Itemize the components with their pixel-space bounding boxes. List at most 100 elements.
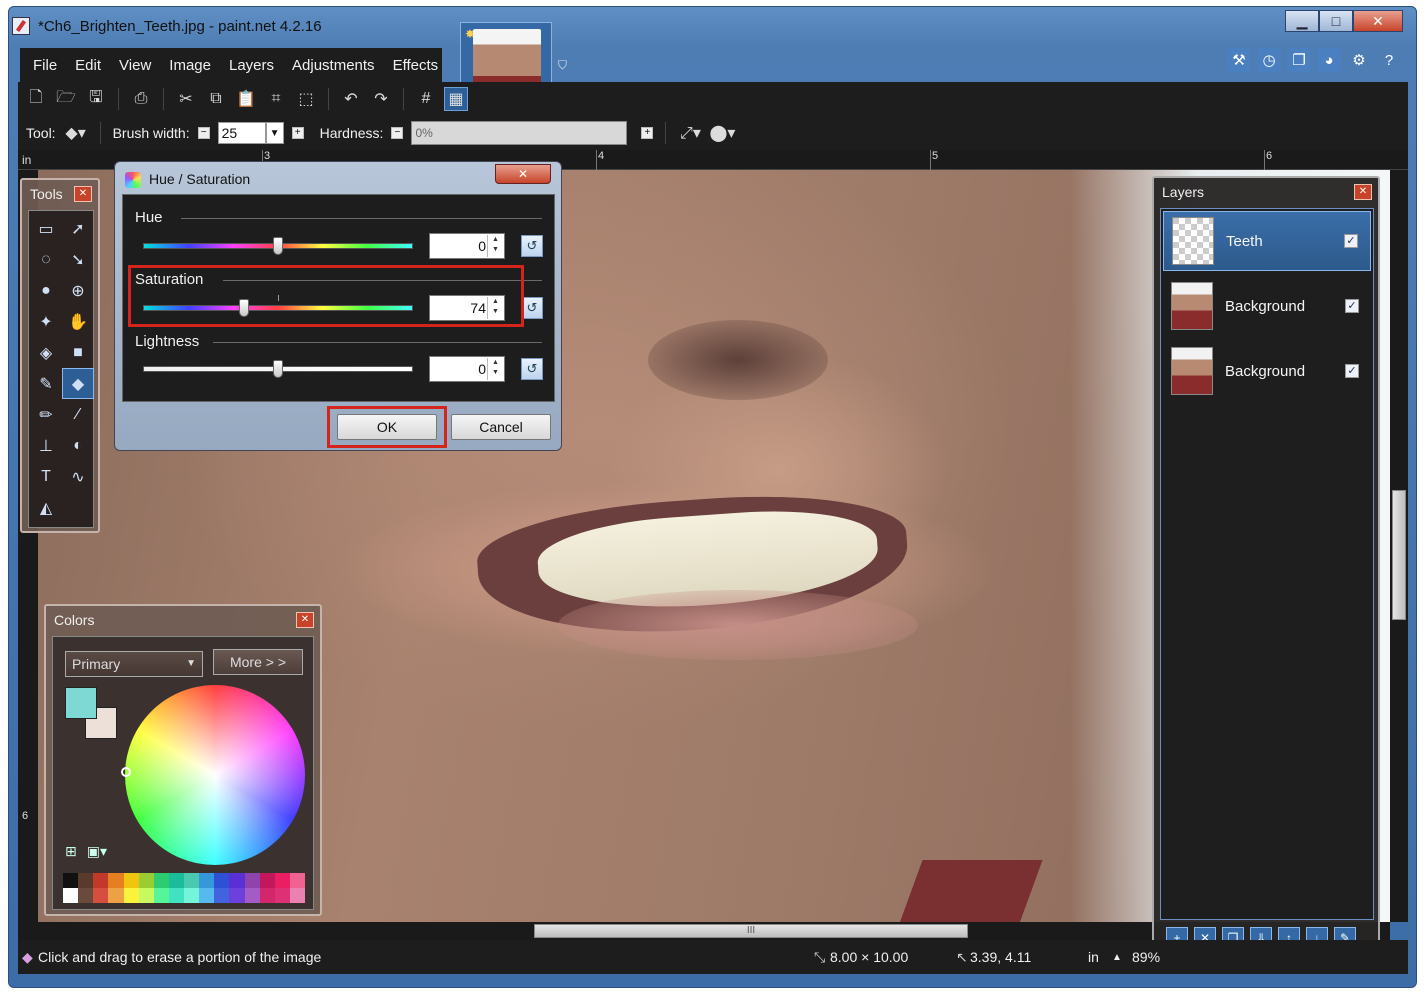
menu-layers[interactable]: Layers (220, 57, 283, 74)
colors-window-icon[interactable]: ◕ (1317, 48, 1341, 72)
palette-swatch[interactable] (63, 873, 79, 888)
palette-swatch[interactable] (289, 888, 305, 903)
pencil-tool-icon[interactable]: ✏ (30, 399, 62, 430)
menu-image[interactable]: Image (160, 57, 220, 74)
text-tool-icon[interactable]: T (30, 461, 62, 492)
palette-swatch[interactable] (138, 873, 154, 888)
palette-swatch[interactable] (244, 873, 260, 888)
color-picker-tool-icon[interactable]: ⁄ (62, 399, 94, 430)
palette-swatch[interactable] (123, 873, 139, 888)
palette-swatch[interactable] (168, 873, 184, 888)
move-selection-tool-icon[interactable]: ➘ (62, 244, 94, 275)
palette-swatch[interactable] (168, 888, 184, 903)
brush-width-dropdown-icon[interactable]: ▼ (265, 122, 284, 144)
palette-swatch[interactable] (274, 888, 290, 903)
hardness-decrease-button[interactable]: − (391, 127, 404, 139)
palette-swatch[interactable] (93, 873, 109, 888)
palette-swatch[interactable] (93, 888, 109, 903)
save-icon[interactable]: 🖫 (84, 87, 108, 111)
new-file-icon[interactable]: 🗋 (24, 87, 48, 111)
layer-visibility-checkbox[interactable]: ✓ (1345, 364, 1359, 378)
hardness-increase-button[interactable]: + (641, 127, 654, 139)
rectangle-select-tool-icon[interactable]: ▭ (30, 213, 62, 244)
horizontal-scroll-thumb[interactable]: III (534, 924, 968, 938)
palette-swatch[interactable] (78, 873, 94, 888)
lightness-spin-buttons[interactable]: ▲ ▼ (487, 358, 503, 380)
hue-spin-buttons[interactable]: ▲ ▼ (487, 235, 503, 257)
image-list-dropdown-icon[interactable]: ⛉ (558, 58, 567, 73)
palette-swatch[interactable] (229, 873, 245, 888)
menu-view[interactable]: View (110, 57, 160, 74)
lightness-slider-thumb[interactable] (273, 360, 283, 378)
palette-swatch[interactable] (184, 888, 200, 903)
move-selected-tool-icon[interactable]: ➚ (62, 213, 94, 244)
eraser-tool-icon[interactable]: ◆ (62, 368, 94, 399)
print-icon[interactable]: ⎙ (129, 87, 153, 111)
dialog-close-button[interactable]: ✕ (495, 164, 551, 184)
palette-swatch[interactable] (229, 888, 245, 903)
layers-window-icon[interactable]: ❐ (1287, 48, 1311, 72)
paint-bucket-tool-icon[interactable]: ◈ (30, 337, 62, 368)
copy-icon[interactable]: ⧉ (204, 87, 228, 111)
redo-icon[interactable]: ↷ (369, 87, 393, 111)
grid-icon[interactable]: # (414, 87, 438, 111)
close-button[interactable]: ✕ (1353, 10, 1403, 32)
minimize-button[interactable]: ▁ (1285, 10, 1319, 32)
pan-tool-icon[interactable]: ✋ (62, 306, 94, 337)
palette-swatch[interactable] (108, 873, 124, 888)
layer-row-background-1[interactable]: Background ✓ (1163, 276, 1371, 336)
crop-icon[interactable]: ⌗ (264, 87, 288, 111)
palette-swatch[interactable] (289, 873, 305, 888)
palette-menu-icon[interactable]: ▣▾ (87, 843, 107, 860)
palette-swatch[interactable] (199, 888, 215, 903)
zoom-level[interactable]: 89% (1132, 949, 1160, 965)
palette-swatch[interactable] (108, 888, 124, 903)
tools-panel-close-icon[interactable]: ✕ (74, 186, 92, 202)
menu-effects[interactable]: Effects (384, 57, 448, 74)
menu-edit[interactable]: Edit (66, 57, 110, 74)
history-window-icon[interactable]: ◷ (1257, 48, 1281, 72)
paintbrush-tool-icon[interactable]: ✎ (30, 368, 62, 399)
palette-swatch[interactable] (63, 888, 79, 903)
layer-visibility-checkbox[interactable]: ✓ (1345, 299, 1359, 313)
maximize-button[interactable]: □ (1319, 10, 1353, 32)
palette-swatch[interactable] (123, 888, 139, 903)
palette-swatch[interactable] (78, 888, 94, 903)
palette-swatch[interactable] (199, 873, 215, 888)
shapes-tool-icon[interactable]: ◭ (30, 492, 62, 523)
recolor-tool-icon[interactable]: ◐ (62, 430, 94, 461)
palette-swatch[interactable] (259, 888, 275, 903)
layers-panel-close-icon[interactable]: ✕ (1354, 184, 1372, 200)
primary-color-swatch[interactable] (65, 687, 97, 719)
palette-swatch[interactable] (259, 873, 275, 888)
color-wheel-handle[interactable] (121, 767, 131, 777)
blend-mode-icon[interactable]: ⬤▾ (709, 121, 735, 145)
palette-swatch[interactable] (214, 888, 230, 903)
layer-row-background-2[interactable]: Background ✓ (1163, 341, 1371, 401)
menu-file[interactable]: File (24, 57, 66, 74)
colors-panel-close-icon[interactable]: ✕ (296, 612, 314, 628)
add-to-palette-icon[interactable]: ⊞ (65, 843, 77, 860)
cut-icon[interactable]: ✂ (174, 87, 198, 111)
gradient-tool-icon[interactable]: ■ (62, 337, 94, 368)
color-mode-select[interactable]: Primary ▼ (65, 651, 203, 677)
clone-stamp-tool-icon[interactable]: ⊥ (30, 430, 62, 461)
tools-window-icon[interactable]: ⚒ (1227, 48, 1251, 72)
palette-swatch[interactable] (184, 873, 200, 888)
settings-gear-icon[interactable]: ⚙ (1347, 48, 1371, 72)
hue-reset-icon[interactable]: ↺ (521, 235, 543, 257)
lasso-select-tool-icon[interactable]: ◌ (30, 244, 62, 275)
brush-width-input[interactable] (217, 122, 266, 144)
line-curve-tool-icon[interactable]: ∿ (62, 461, 94, 492)
layer-visibility-checkbox[interactable]: ✓ (1344, 234, 1358, 248)
paste-icon[interactable]: 📋 (234, 87, 258, 111)
units-select[interactable]: in (1088, 949, 1099, 965)
palette-swatch[interactable] (153, 873, 169, 888)
hardness-slider[interactable] (411, 121, 628, 145)
layer-row-teeth[interactable]: Teeth ✓ (1163, 211, 1371, 271)
magic-wand-tool-icon[interactable]: ✦ (30, 306, 62, 337)
undo-icon[interactable]: ↶ (339, 87, 363, 111)
color-wheel[interactable] (125, 685, 305, 865)
palette-swatch[interactable] (244, 888, 260, 903)
palette-swatch[interactable] (274, 873, 290, 888)
